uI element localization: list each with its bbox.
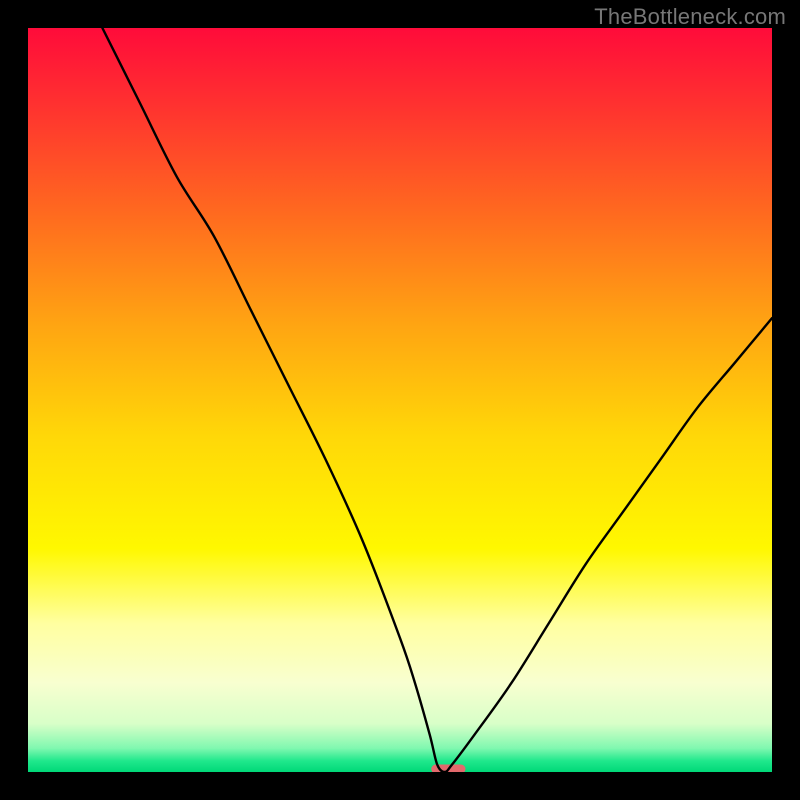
watermark-text: TheBottleneck.com xyxy=(594,4,786,30)
chart-svg xyxy=(28,28,772,772)
gradient-background xyxy=(28,28,772,772)
chart-frame: TheBottleneck.com xyxy=(0,0,800,800)
plot-area xyxy=(28,28,772,772)
